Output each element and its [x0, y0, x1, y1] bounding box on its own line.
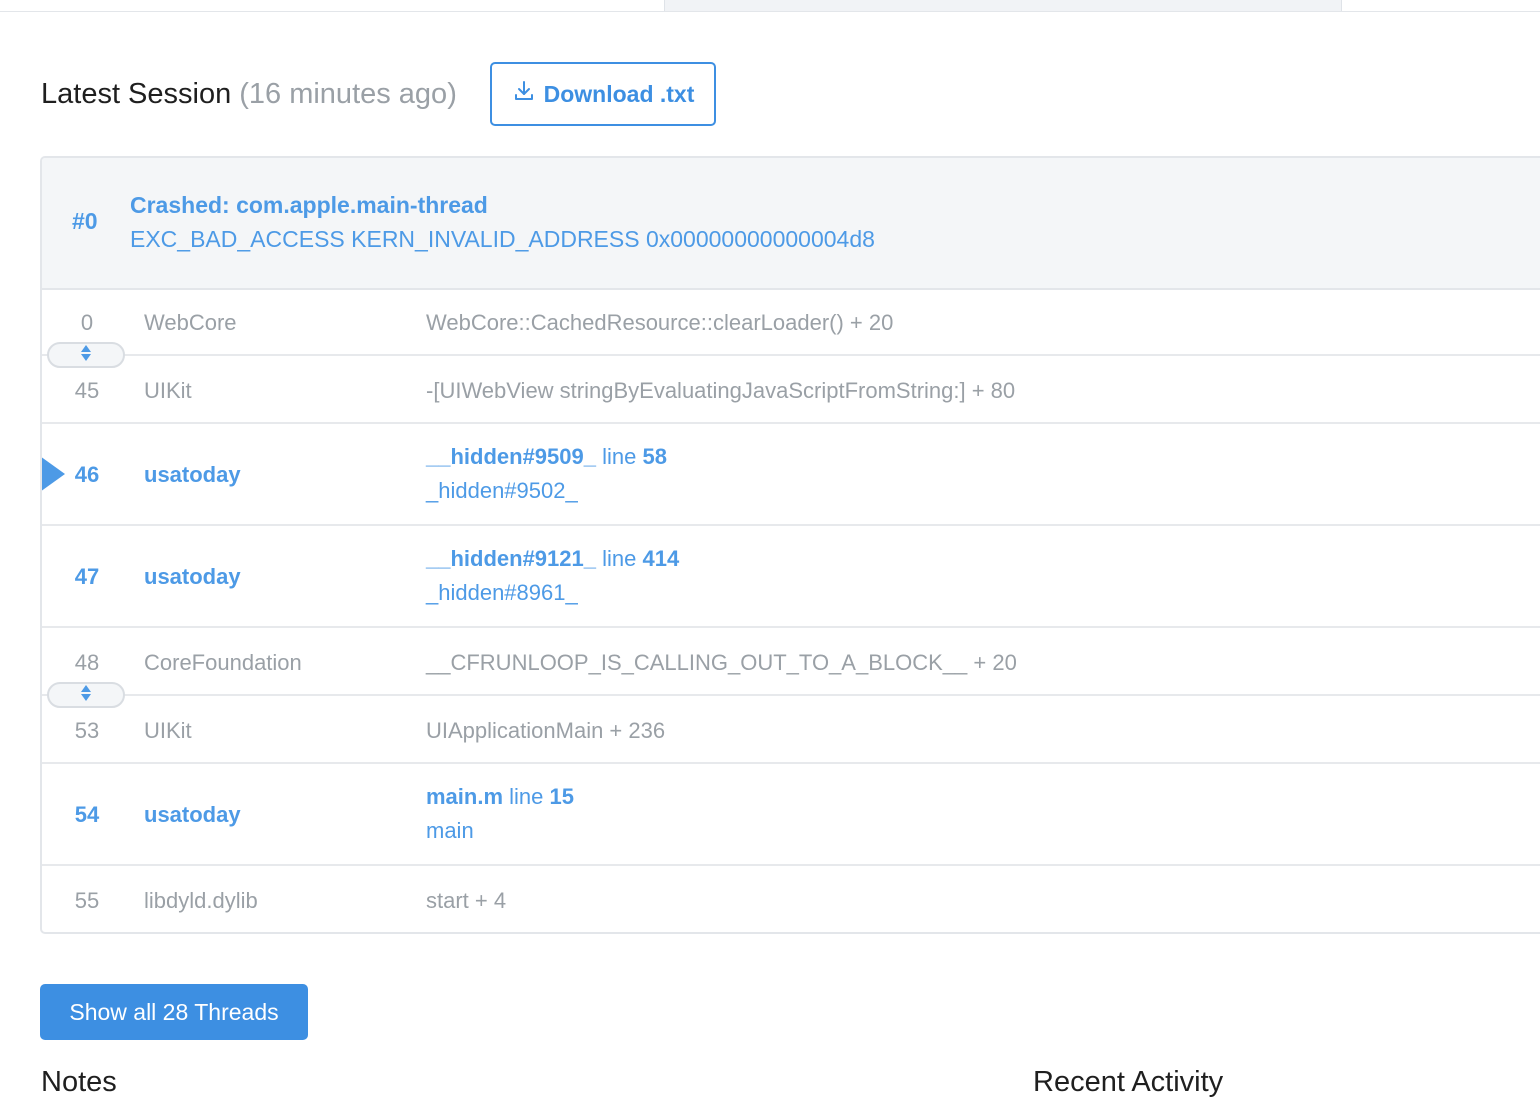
stack-frame-row[interactable]: 0 WebCore WebCore::CachedResource::clear…: [42, 288, 1540, 356]
crash-title[interactable]: Crashed: com.apple.main-thread: [130, 192, 488, 219]
tab-right[interactable]: [1341, 0, 1540, 11]
frame-symbol: UIApplicationMain + 236: [426, 718, 666, 743]
download-label: Download .txt: [543, 80, 695, 107]
frame-library: UIKit: [144, 378, 192, 403]
stack-frame-row[interactable]: 45 UIKit -[UIWebView stringByEvaluatingJ…: [42, 356, 1540, 424]
line-label: line: [602, 546, 637, 571]
frame-symbol: start + 4: [426, 888, 507, 913]
crash-header: #0 Crashed: com.apple.main-thread EXC_BA…: [42, 158, 1540, 290]
frame-function: main: [426, 818, 474, 843]
frame-number: 55: [74, 888, 100, 913]
frame-number: 53: [74, 718, 100, 743]
frame-symbol: -[UIWebView stringByEvaluatingJavaScript…: [426, 378, 1016, 403]
show-all-threads-button[interactable]: Show all 28 Threads: [40, 984, 308, 1040]
top-tab-bar: [0, 0, 1540, 12]
session-timestamp: (16 minutes ago): [239, 77, 457, 110]
thread-index: #0: [72, 208, 98, 234]
frame-number: 47: [74, 564, 100, 589]
stack-frame-row-app[interactable]: 54 usatoday main.m line 15 main: [42, 764, 1540, 866]
stack-frame-row-app[interactable]: 47 usatoday __hidden#9121_ line 414 _hid…: [42, 526, 1540, 628]
session-title: Latest Session: [41, 77, 232, 110]
frame-number: 0: [80, 310, 94, 335]
crash-reason: EXC_BAD_ACCESS KERN_INVALID_ADDRESS 0x00…: [130, 226, 875, 252]
frame-library: WebCore: [144, 310, 237, 335]
tab-left[interactable]: [0, 0, 664, 11]
source-file[interactable]: __hidden#9509_: [426, 444, 596, 469]
current-frame-marker: [42, 456, 65, 492]
stack-frame-row[interactable]: 48 CoreFoundation __CFRUNLOOP_IS_CALLING…: [42, 628, 1540, 696]
frame-source-location: __hidden#9121_ line 414: [426, 546, 679, 572]
download-icon: [512, 79, 536, 109]
expand-hidden-frames-button[interactable]: [47, 682, 125, 708]
frame-source-location: __hidden#9509_ line 58: [426, 444, 667, 470]
stack-frame-row-app[interactable]: 46 usatoday __hidden#9509_ line 58 _hidd…: [42, 424, 1540, 526]
frame-library: usatoday: [144, 564, 241, 589]
line-number: 15: [549, 784, 575, 809]
line-number: 58: [642, 444, 667, 469]
frame-library: libdyld.dylib: [144, 888, 258, 913]
notes-heading: Notes: [41, 1066, 117, 1098]
line-label: line: [509, 784, 544, 809]
source-file[interactable]: __hidden#9121_: [426, 546, 596, 571]
frame-symbol: WebCore::CachedResource::clearLoader() +…: [426, 310, 894, 335]
frame-library: CoreFoundation: [144, 650, 302, 675]
line-number: 414: [642, 546, 680, 571]
tab-middle[interactable]: [664, 0, 1342, 11]
stack-frame-row[interactable]: 55 libdyld.dylib start + 4: [42, 866, 1540, 932]
source-file[interactable]: main.m: [426, 784, 503, 809]
frame-library: UIKit: [144, 718, 192, 743]
frame-function: _hidden#8961_: [426, 580, 578, 605]
recent-activity-heading: Recent Activity: [1033, 1066, 1224, 1098]
expand-hidden-frames-button[interactable]: [47, 342, 125, 368]
stack-trace-card: #0 Crashed: com.apple.main-thread EXC_BA…: [40, 156, 1540, 934]
frame-number: 45: [74, 378, 100, 403]
session-header: Latest Session (16 minutes ago): [41, 62, 457, 126]
expand-frames-icon: [79, 344, 93, 367]
stack-frame-row[interactable]: 53 UIKit UIApplicationMain + 236: [42, 696, 1540, 764]
frame-function: _hidden#9502_: [426, 478, 578, 503]
frame-library: usatoday: [144, 462, 241, 487]
frame-symbol: __CFRUNLOOP_IS_CALLING_OUT_TO_A_BLOCK__ …: [426, 650, 1017, 675]
line-label: line: [602, 444, 637, 469]
frame-source-location: main.m line 15: [426, 784, 574, 810]
download-txt-button[interactable]: Download .txt: [490, 62, 716, 126]
frame-number: 54: [74, 802, 100, 827]
expand-frames-icon: [79, 684, 93, 707]
frame-number: 48: [74, 650, 100, 675]
frame-library: usatoday: [144, 802, 241, 827]
